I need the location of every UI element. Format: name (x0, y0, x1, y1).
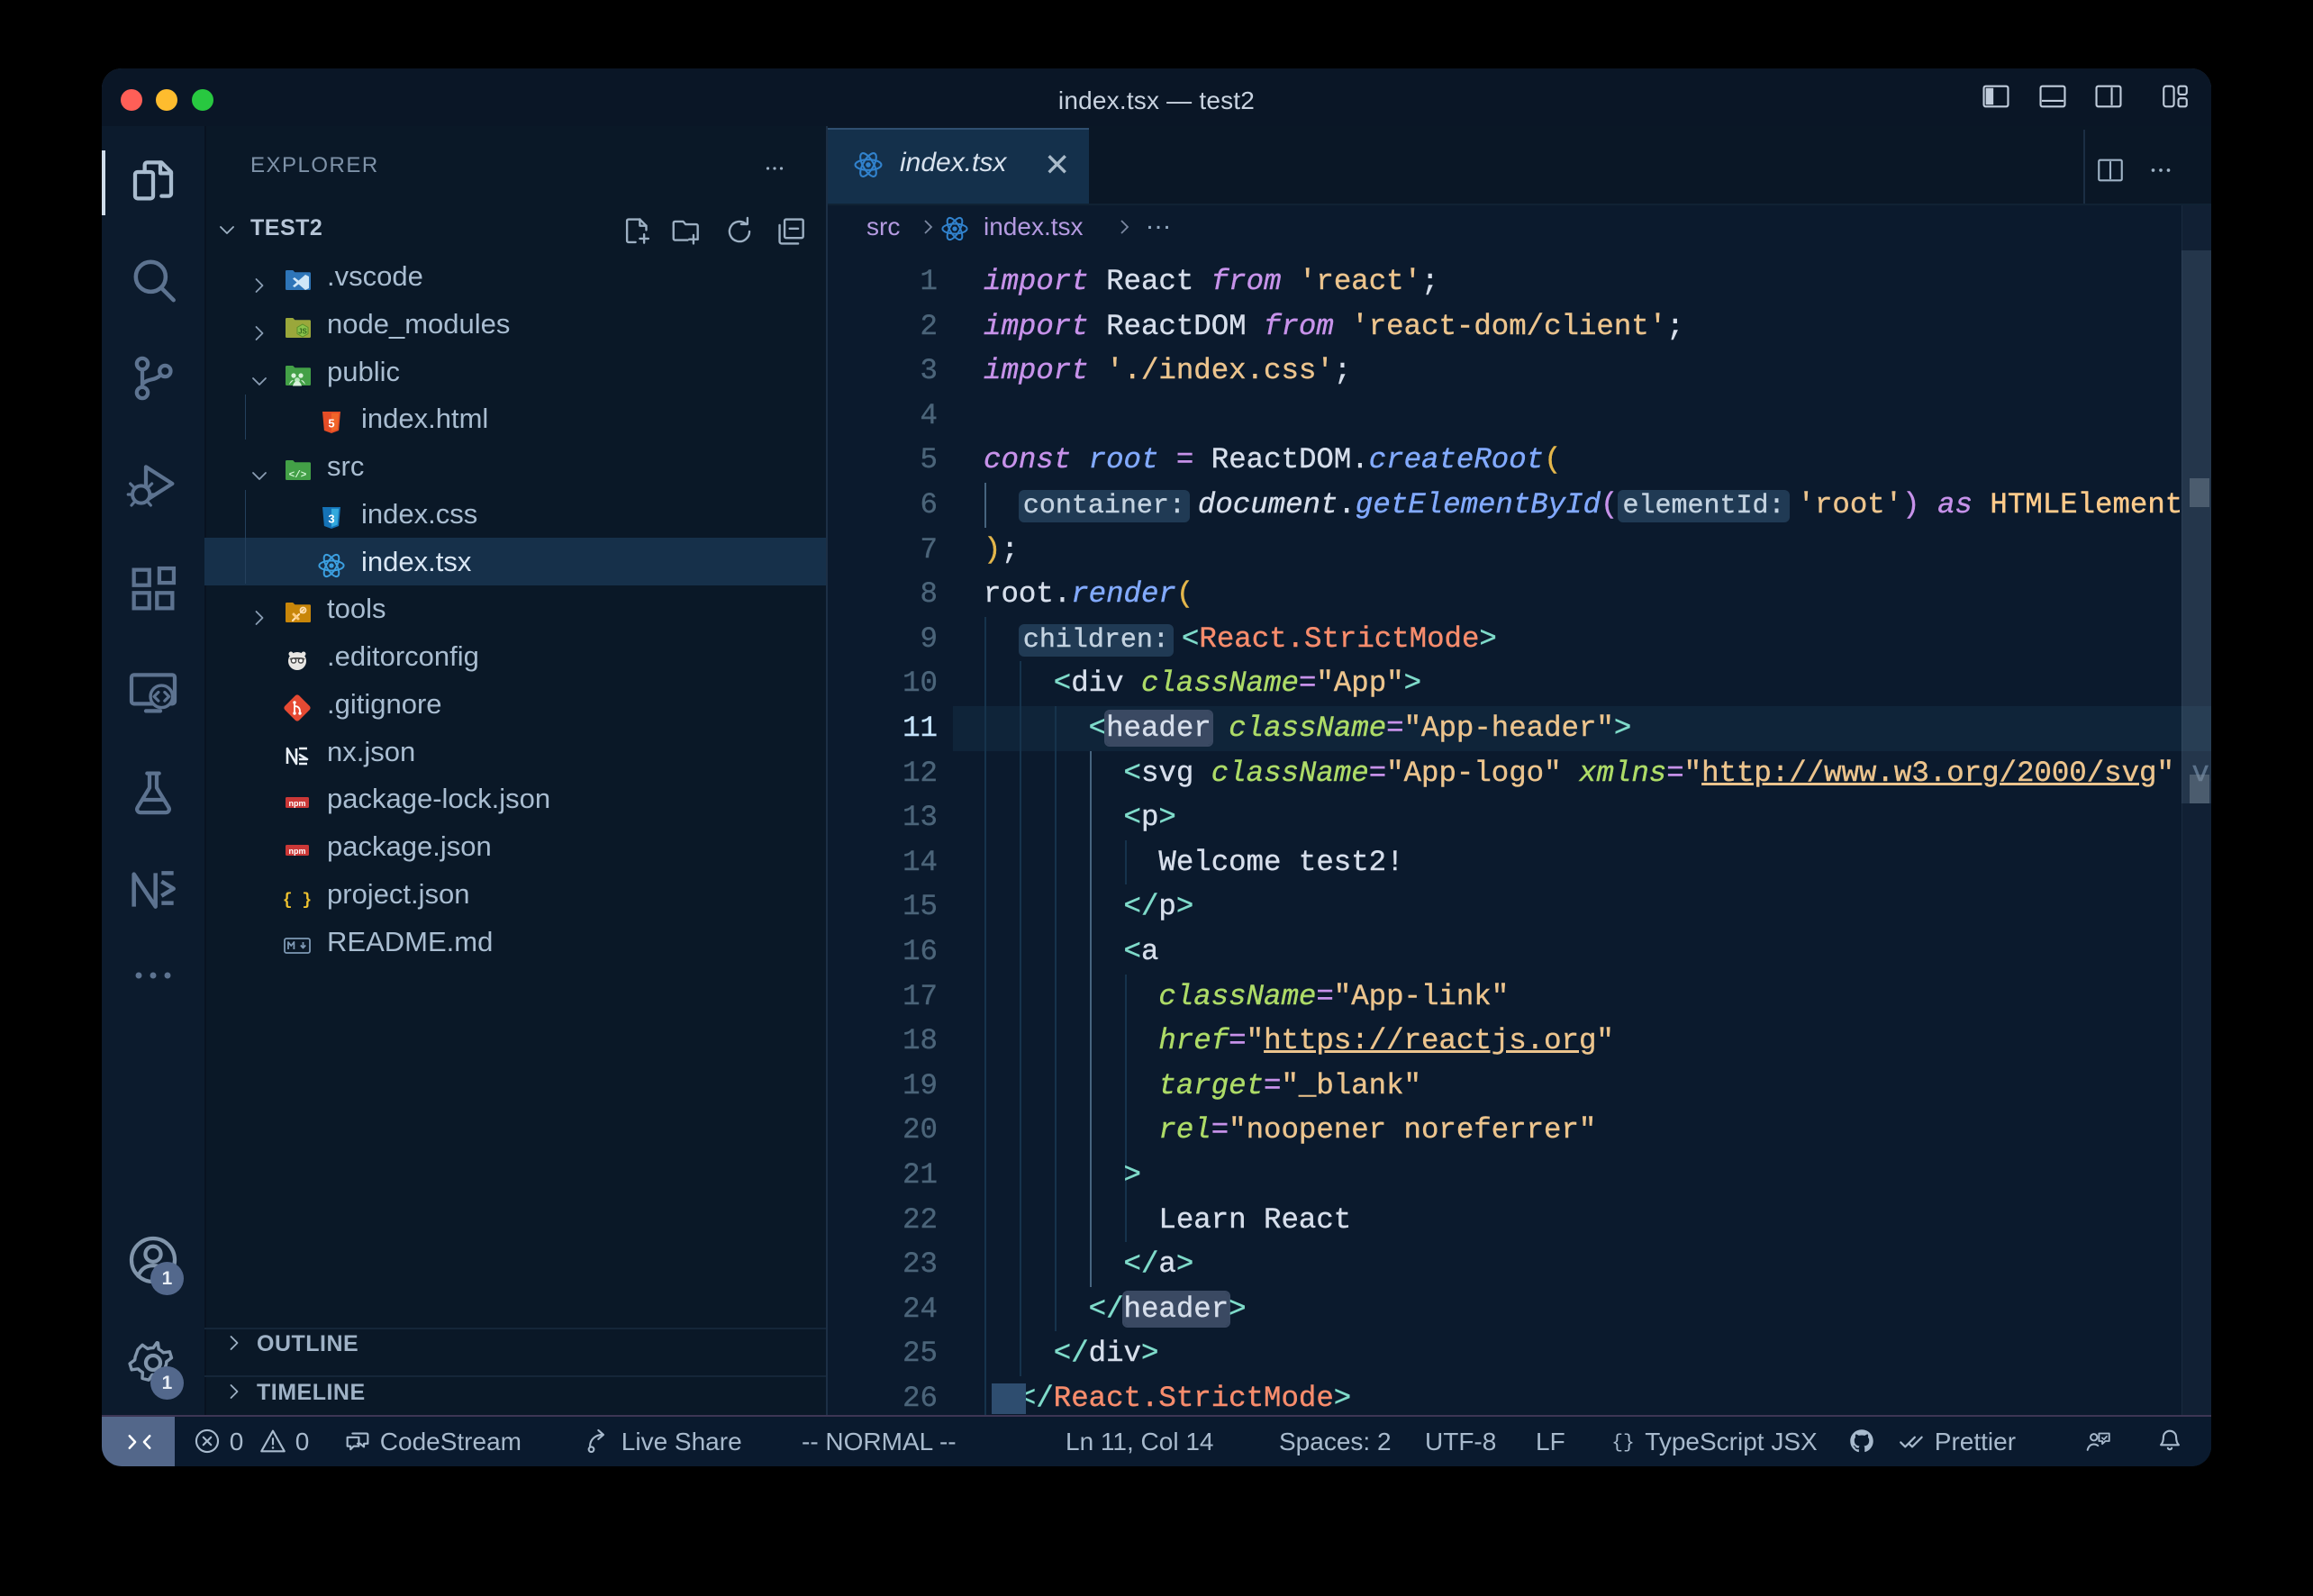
svg-text:{}: {} (1611, 1432, 1635, 1454)
svg-text:npm: npm (289, 799, 306, 808)
svg-text:5: 5 (328, 417, 334, 431)
svg-text:npm: npm (289, 847, 306, 856)
svg-text:3: 3 (328, 512, 334, 526)
svg-text:{ }: { } (283, 892, 312, 910)
svg-text:</>: </> (289, 470, 307, 481)
svg-text:JS: JS (298, 328, 307, 336)
